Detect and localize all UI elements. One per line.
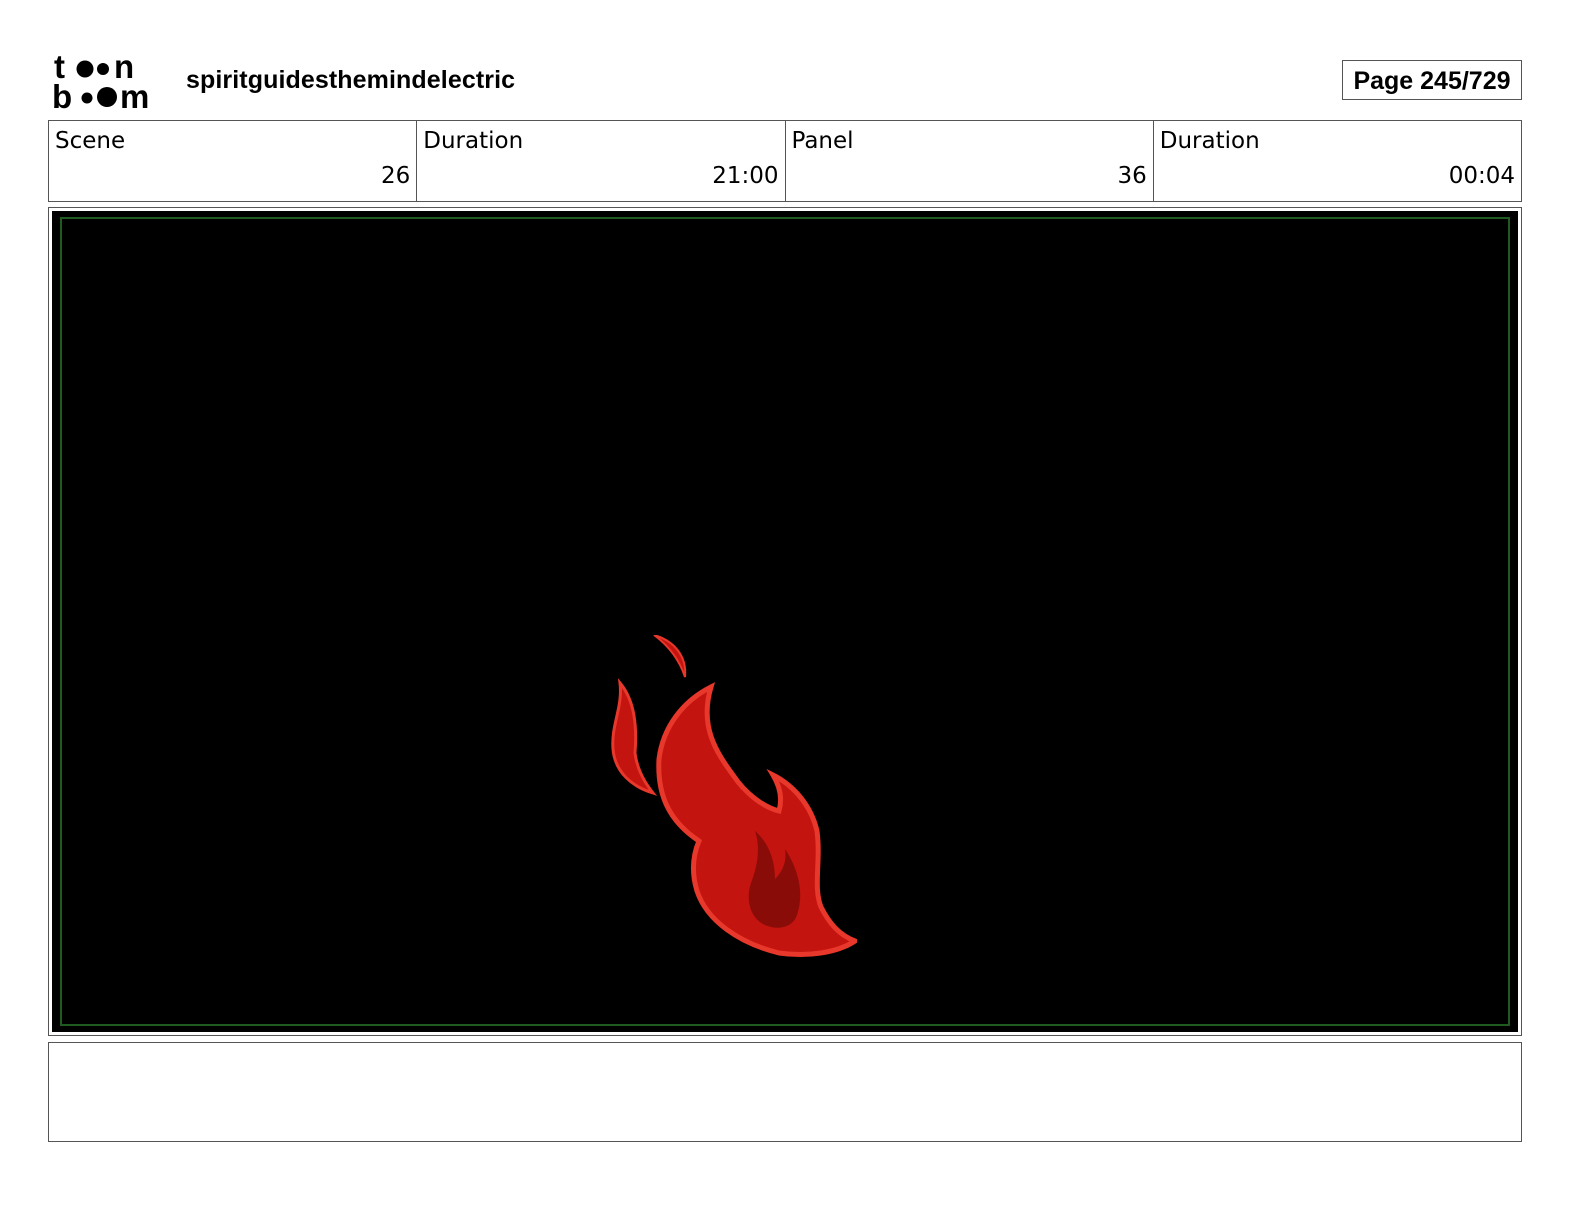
panel-label: Panel: [791, 128, 854, 154]
flame-tongue-left: [611, 678, 658, 796]
flame-drawing: [611, 635, 857, 957]
toon-boom-logo: t n b m: [52, 50, 149, 112]
panel-duration-value: 00:04: [1448, 163, 1515, 189]
scene-cell: Scene 26: [49, 121, 418, 201]
scene-duration-cell: Duration 21:00: [417, 121, 786, 201]
panel-duration-cell: Duration 00:04: [1154, 121, 1521, 201]
scene-duration-label: Duration: [423, 128, 524, 154]
panel-image: [52, 211, 1518, 1032]
panel-cell: Panel 36: [786, 121, 1154, 201]
project-title: spiritguidesthemindelectric: [186, 66, 516, 94]
panel-value: 36: [1117, 163, 1147, 189]
svg-text:b: b: [52, 78, 72, 112]
flame-flick-top: [653, 635, 687, 678]
panel-notes-box: [48, 1042, 1522, 1142]
svg-text:m: m: [120, 78, 149, 112]
panel-duration-label: Duration: [1159, 128, 1260, 154]
scene-info-table: Scene 26 Duration 21:00 Panel 36 Duratio…: [48, 120, 1522, 202]
page-indicator: Page 245/729: [1342, 60, 1522, 100]
scene-value: 26: [380, 163, 411, 189]
scene-duration-value: 21:00: [712, 163, 779, 189]
scene-label: Scene: [55, 128, 126, 154]
panel-frame: [48, 207, 1522, 1036]
